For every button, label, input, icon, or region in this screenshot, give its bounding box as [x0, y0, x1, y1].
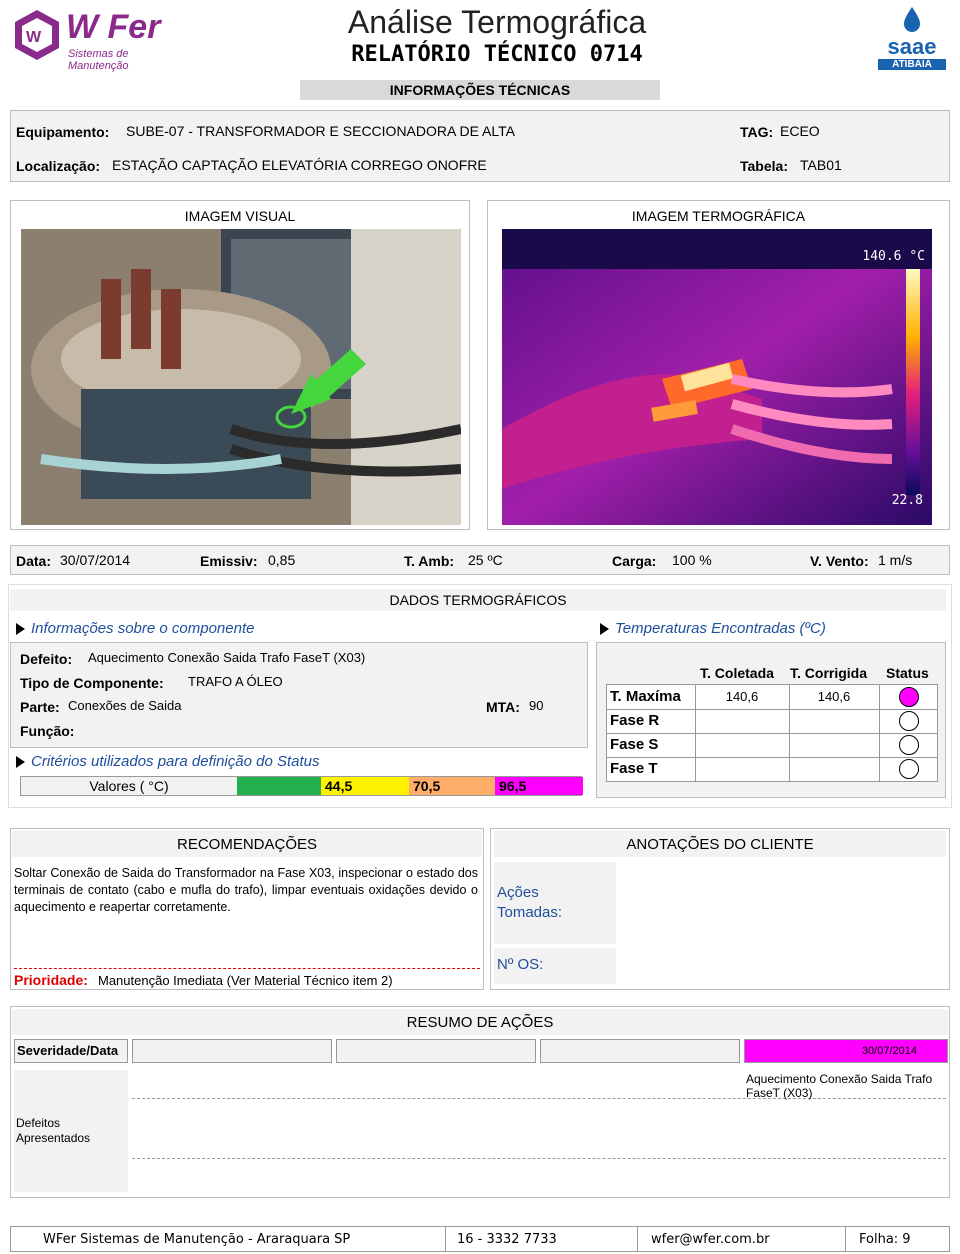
- footer-folha: Folha: 9: [859, 1232, 911, 1247]
- acoes-input[interactable]: [620, 862, 946, 944]
- visual-image-panel: IMAGEM VISUAL: [10, 200, 470, 530]
- dados-border: [8, 584, 952, 808]
- tag-label: TAG:: [740, 124, 774, 140]
- recomendacoes-title: RECOMENDAÇÕES: [12, 831, 482, 857]
- prioridade-divider: [14, 968, 480, 969]
- severidade-cell-1: [132, 1039, 332, 1063]
- defeitos-line-2: [132, 1158, 946, 1159]
- thermo-min-label: 22.8: [891, 493, 923, 508]
- severidade-cell-3: [540, 1039, 740, 1063]
- defeitos-label: Defeitos Apresentados: [16, 1116, 91, 1145]
- recomendacoes-text: Soltar Conexão de Saida do Transformador…: [14, 866, 478, 914]
- acoes-label: Ações Tomadas:: [497, 884, 563, 921]
- cliente-title: ANOTAÇÕES DO CLIENTE: [494, 831, 946, 857]
- equipamento-label: Equipamento:: [16, 124, 110, 140]
- vento-value: 1 m/s: [878, 552, 913, 568]
- data-label: Data:: [16, 553, 52, 569]
- thermo-image-panel: IMAGEM TERMOGRÁFICA 140.6 °C 22.8: [487, 200, 950, 530]
- localizacao-value: ESTAÇÃO CAPTAÇÃO ELEVATÓRIA CORREGO ONOF…: [112, 157, 487, 173]
- severidade-cell-4: 30/07/2014: [744, 1039, 948, 1063]
- emissiv-label: Emissiv:: [200, 553, 258, 569]
- thermo-image-title: IMAGEM TERMOGRÁFICA: [631, 208, 806, 224]
- footer-phone: 16 - 3332 7733: [457, 1232, 557, 1247]
- severidade-cell-2: [336, 1039, 536, 1063]
- footer-email[interactable]: wfer@wfer.com.br: [651, 1232, 770, 1247]
- data-value: 30/07/2014: [60, 552, 131, 568]
- tag-value: ECEO: [780, 123, 820, 139]
- visual-image-title: IMAGEM VISUAL: [184, 208, 296, 224]
- info-section-title: INFORMAÇÕES TÉCNICAS: [300, 80, 660, 100]
- os-label: Nº OS:: [497, 956, 544, 973]
- carga-label: Carga:: [612, 553, 657, 569]
- defeitos-text: Aquecimento Conexão Saida Trafo FaseT (X…: [746, 1072, 933, 1100]
- report-subtitle: RELATÓRIO TÉCNICO 0714: [351, 42, 643, 67]
- tamb-label: T. Amb:: [404, 553, 455, 569]
- thermo-max-label: 140.6 °C: [862, 249, 925, 264]
- localizacao-label: Localização:: [16, 158, 101, 174]
- tamb-value: 25 ºC: [468, 552, 503, 568]
- equipamento-value: SUBE-07 - TRANSFORMADOR E SECCIONADORA D…: [126, 123, 515, 139]
- vento-label: V. Vento:: [810, 553, 869, 569]
- prioridade-value: Manutenção Imediata (Ver Material Técnic…: [98, 973, 393, 988]
- os-input[interactable]: [620, 948, 946, 984]
- client-logo-sub: ATIBAIA: [878, 59, 946, 70]
- client-logo: saae ATIBAIA: [872, 6, 952, 70]
- tabela-label: Tabela:: [740, 158, 788, 174]
- prioridade-label: Prioridade:: [14, 972, 88, 988]
- client-logo-text: saae: [887, 34, 937, 59]
- footer-company: WFer Sistemas de Manutenção - Araraquara…: [43, 1232, 351, 1247]
- water-drop-icon: [904, 7, 920, 32]
- carga-value: 100 %: [672, 552, 712, 568]
- severidade-label: Severidade/Data: [14, 1039, 128, 1063]
- footer: WFer Sistemas de Manutenção - Araraquara…: [10, 1226, 950, 1252]
- tabela-value: TAB01: [800, 157, 842, 173]
- resumo-title: RESUMO DE AÇÕES: [12, 1009, 948, 1035]
- emissiv-value: 0,85: [268, 552, 296, 568]
- report-title: Análise Termográfica: [347, 4, 647, 40]
- visual-photo: [21, 229, 461, 525]
- thermo-photo: [502, 229, 932, 525]
